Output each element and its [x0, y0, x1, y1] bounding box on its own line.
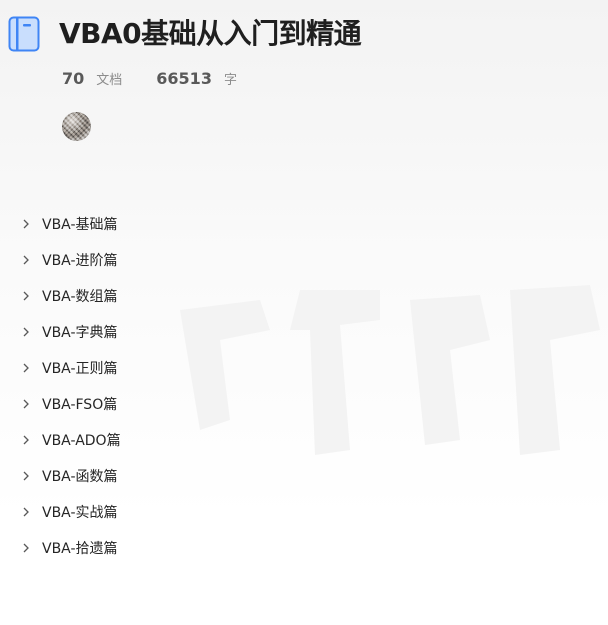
toc-item-label[interactable]: VBA-数组篇: [42, 286, 118, 306]
toc-item-label[interactable]: VBA-拾遗篇: [42, 538, 118, 558]
book-header: VBA0基础从入门到精通: [8, 16, 362, 52]
chevron-right-icon[interactable]: [0, 507, 42, 517]
toc-item-label[interactable]: VBA-实战篇: [42, 502, 118, 522]
chevron-right-icon[interactable]: [0, 435, 42, 445]
toc-item[interactable]: VBA-字典篇: [0, 314, 300, 350]
toc-item[interactable]: VBA-进阶篇: [0, 242, 300, 278]
toc-item[interactable]: VBA-拾遗篇: [0, 530, 300, 566]
toc-item[interactable]: VBA-基础篇: [0, 206, 300, 242]
author-avatar[interactable]: [62, 112, 91, 141]
toc-item-label[interactable]: VBA-基础篇: [42, 214, 118, 234]
toc-item[interactable]: VBA-数组篇: [0, 278, 300, 314]
toc-item[interactable]: VBA-FSO篇: [0, 386, 300, 422]
table-of-contents: VBA-基础篇 VBA-进阶篇 VBA-数组篇 VBA-字典篇 VBA-正则篇 …: [0, 206, 300, 566]
chevron-right-icon[interactable]: [0, 327, 42, 337]
word-count: 66513: [156, 69, 212, 88]
toc-item-label[interactable]: VBA-ADO篇: [42, 430, 121, 450]
book-title: VBA0基础从入门到精通: [59, 17, 362, 50]
toc-item-label[interactable]: VBA-FSO篇: [42, 394, 117, 414]
toc-item[interactable]: VBA-正则篇: [0, 350, 300, 386]
toc-item-label[interactable]: VBA-正则篇: [42, 358, 118, 378]
chevron-right-icon[interactable]: [0, 219, 42, 229]
chevron-right-icon[interactable]: [0, 255, 42, 265]
toc-item[interactable]: VBA-函数篇: [0, 458, 300, 494]
doc-count-label: 文档: [96, 73, 123, 88]
chevron-right-icon[interactable]: [0, 471, 42, 481]
chevron-right-icon[interactable]: [0, 363, 42, 373]
chevron-right-icon[interactable]: [0, 543, 42, 553]
doc-count: 70: [62, 69, 85, 88]
chevron-right-icon[interactable]: [0, 399, 42, 409]
chevron-right-icon[interactable]: [0, 291, 42, 301]
toc-item-label[interactable]: VBA-进阶篇: [42, 250, 118, 270]
toc-item[interactable]: VBA-实战篇: [0, 494, 300, 530]
toc-item[interactable]: VBA-ADO篇: [0, 422, 300, 458]
word-count-label: 字: [223, 73, 237, 88]
book-stats: 70 文档 66513 字: [62, 69, 237, 88]
toc-item-label[interactable]: VBA-函数篇: [42, 466, 118, 486]
book-icon: [8, 16, 40, 52]
toc-item-label[interactable]: VBA-字典篇: [42, 322, 118, 342]
